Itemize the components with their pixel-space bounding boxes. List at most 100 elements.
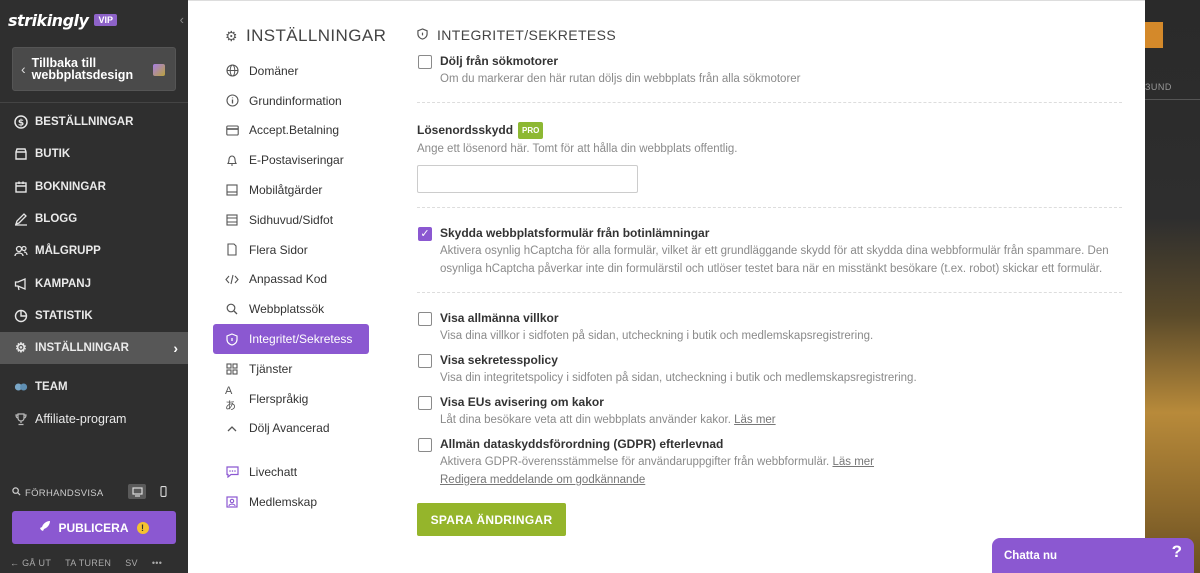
option-desc: Ange ett lösenord här. Tomt för att håll…	[417, 143, 738, 155]
settings-item-mobile-actions[interactable]: Mobilåtgärder	[213, 175, 369, 205]
privacy-title: INTEGRITET/SEKRETESS	[417, 25, 1122, 45]
gear-icon: ⚙	[225, 27, 238, 44]
sidebar-header: strikingly VIP ‹	[0, 0, 188, 40]
hide-search-checkbox[interactable]	[418, 55, 432, 69]
shield-icon	[417, 27, 428, 43]
sidebar-item-label: MÅLGRUPP	[35, 245, 101, 258]
card-icon	[225, 125, 239, 136]
password-field[interactable]	[417, 165, 638, 193]
globe-icon	[225, 64, 239, 77]
svg-text:$: $	[18, 119, 24, 129]
sidebar-item-label: STATISTIK	[35, 309, 93, 322]
divider	[417, 207, 1122, 208]
sidebar-item-audience[interactable]: MÅLGRUPP	[0, 235, 188, 267]
sidebar-item-blog[interactable]: BLOGG	[0, 203, 188, 235]
read-more-link[interactable]: Läs mer	[832, 456, 874, 468]
sidebar-item-shop[interactable]: BUTIK	[0, 138, 188, 170]
sidebar-item-campaign[interactable]: KAMPANJ	[0, 267, 188, 299]
dollar-icon: $	[14, 115, 28, 129]
back-to-design-label: Tillbaka till webbplatsdesign	[31, 56, 134, 82]
option-desc: Aktivera osynlig hCaptcha för alla formu…	[440, 245, 1109, 275]
settings-panel: ⚙ INSTÄLLNINGAR Domäner Grundinformation…	[188, 0, 1145, 573]
option-terms: Visa allmänna villkor Visa dina villkor …	[417, 311, 1122, 345]
sidebar-item-bookings[interactable]: BOKNINGAR	[0, 171, 188, 203]
code-icon	[225, 274, 239, 285]
more-icon[interactable]: •••	[152, 558, 162, 568]
settings-item-header-footer[interactable]: Sidhuvud/Sidfot	[213, 205, 369, 235]
sidebar-item-label: KAMPANJ	[35, 277, 92, 290]
sidebar-divider	[0, 102, 188, 103]
help-icon[interactable]: ?	[1172, 542, 1182, 562]
divider	[417, 292, 1122, 293]
mobile-icon[interactable]	[154, 484, 172, 499]
option-label: Dölj från sökmotorer	[440, 54, 559, 68]
sidebar-item-settings[interactable]: ⚙ INSTÄLLNINGAR ›	[0, 332, 188, 365]
settings-item-payments[interactable]: Accept.Betalning	[213, 116, 369, 146]
desktop-icon[interactable]	[128, 484, 146, 499]
settings-item-services[interactable]: Tjänster	[213, 354, 369, 384]
option-label: Allmän dataskyddsförordning (GDPR) efter…	[440, 437, 724, 451]
users-icon	[14, 244, 28, 258]
option-desc: Visa dina villkor i sidfoten på sidan, u…	[440, 330, 874, 342]
settings-item-hide-advanced[interactable]: Dölj Avancerad	[213, 414, 369, 444]
chevron-left-icon: ‹	[21, 61, 26, 77]
sidebar-footer: ← GÅ UT TA TUREN SV •••	[10, 558, 180, 568]
pen-icon	[14, 212, 28, 226]
settings-item-livechat[interactable]: Livechatt	[213, 457, 369, 487]
sidebar-item-team[interactable]: TEAM	[0, 370, 188, 402]
option-desc: Visa din integritetspolicy i sidfoten på…	[440, 372, 917, 384]
sidebar-item-orders[interactable]: $ BESTÄLLNINGAR	[0, 106, 188, 138]
read-more-link[interactable]: Läs mer	[734, 414, 776, 426]
shop-icon	[14, 147, 28, 161]
option-label: Skydda webbplatsformulär från botinlämni…	[440, 226, 710, 240]
option-password: Lösenordsskydd PRO Ange ett lösenord här.…	[417, 122, 1122, 193]
settings-item-multiple-pages[interactable]: Flera Sidor	[213, 235, 369, 265]
chevron-right-icon: ›	[173, 340, 178, 357]
sidebar-item-statistics[interactable]: STATISTIK	[0, 300, 188, 332]
sidebar-item-affiliate[interactable]: Affiliate-program	[0, 403, 188, 435]
strikingly-logo: strikingly	[8, 10, 89, 30]
option-privacy-policy: Visa sekretesspolicy Visa din integritet…	[417, 353, 1122, 387]
settings-item-basic-info[interactable]: Grundinformation	[213, 86, 369, 116]
back-to-design-button[interactable]: ‹ Tillbaka till webbplatsdesign	[12, 47, 176, 91]
edit-consent-link[interactable]: Redigera meddelande om godkännande	[440, 474, 645, 486]
collapse-sidebar-icon[interactable]: ‹	[180, 12, 184, 27]
chat-label: Chatta nu	[1004, 550, 1058, 562]
chat-widget[interactable]: Chatta nu ?	[992, 538, 1194, 573]
settings-item-domains[interactable]: Domäner	[213, 56, 369, 86]
sidebar-item-label: INSTÄLLNINGAR	[35, 342, 129, 355]
gdpr-checkbox[interactable]	[418, 438, 432, 452]
tour-link[interactable]: TA TUREN	[65, 558, 111, 568]
save-changes-button[interactable]: SPARA ÄNDRINGAR	[417, 503, 566, 536]
settings-item-membership[interactable]: Medlemskap	[213, 487, 369, 517]
preview-label[interactable]: FÖRHANDSVISA	[25, 488, 104, 499]
publish-label: PUBLICERA	[58, 520, 129, 535]
option-label: Visa sekretesspolicy	[440, 353, 558, 367]
terms-checkbox[interactable]	[418, 312, 432, 326]
option-bot-protection: ✓ Skydda webbplatsformulär från botinläm…	[417, 226, 1122, 278]
shield-icon	[225, 332, 239, 346]
sidebar-item-label: BUTIK	[35, 148, 71, 161]
settings-item-privacy[interactable]: Integritet/Sekretess	[213, 324, 369, 354]
cookies-checkbox[interactable]	[418, 396, 432, 410]
language-switch[interactable]: SV	[125, 558, 138, 568]
layout-icon	[225, 214, 239, 226]
settings-item-email-notifications[interactable]: E-Postaviseringar	[213, 145, 369, 175]
settings-item-custom-code[interactable]: Anpassad Kod	[213, 265, 369, 295]
settings-item-multilingual[interactable]: Aあ Flerspråkig	[213, 384, 369, 414]
option-cookies: Visa EUs avisering om kakor Låt dina bes…	[417, 395, 1122, 429]
chart-icon	[14, 309, 28, 323]
option-desc: Aktivera GDPR-överensstämmelse för använ…	[440, 456, 875, 486]
editor-sidebar: strikingly VIP ‹ ‹ Tillbaka till webbpla…	[0, 0, 188, 573]
option-desc: Låt dina besökare veta att din webbplats…	[440, 414, 776, 426]
settings-item-site-search[interactable]: Webbplatssök	[213, 294, 369, 324]
privacy-policy-checkbox[interactable]	[418, 354, 432, 368]
grid-icon	[225, 363, 239, 375]
sidebar-nav: $ BESTÄLLNINGAR BUTIK BOKNINGAR BLOGG MÅ…	[0, 106, 188, 435]
exit-link[interactable]: ← GÅ UT	[10, 558, 51, 568]
pro-badge: PRO	[518, 122, 544, 139]
option-label: Visa EUs avisering om kakor	[440, 395, 604, 409]
privacy-settings: INTEGRITET/SEKRETESS Dölj från sökmotore…	[417, 25, 1122, 536]
bot-protection-checkbox[interactable]: ✓	[418, 227, 432, 241]
publish-button[interactable]: PUBLICERA !	[12, 511, 176, 544]
